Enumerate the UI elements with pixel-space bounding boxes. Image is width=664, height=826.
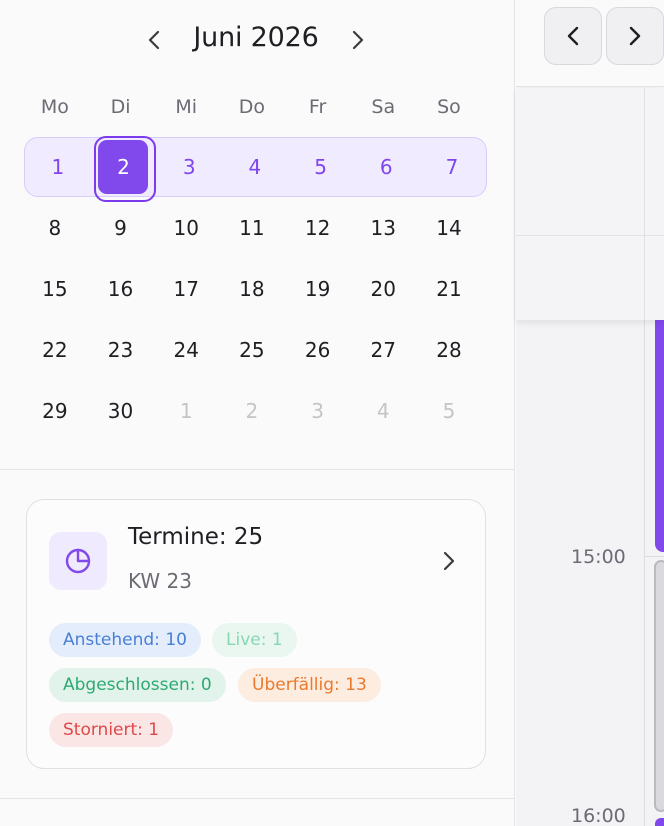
mini-calendar-panel: Juni 2026 Mo Di Mi Do Fr Sa So 1 2 3 4 5… — [0, 0, 515, 826]
appointment-event-cancelled[interactable] — [654, 560, 664, 812]
weekday-label: So — [437, 96, 461, 118]
calendar-header: Juni 2026 — [0, 22, 515, 58]
calendar-day-next-month[interactable]: 2 — [219, 382, 285, 440]
calendar-day[interactable]: 17 — [153, 260, 219, 318]
weekday-label: Sa — [371, 96, 396, 118]
calendar-day-next-month[interactable]: 1 — [153, 382, 219, 440]
weekday-label: Do — [238, 96, 266, 118]
calendar-day-next-month[interactable]: 3 — [285, 382, 351, 440]
row-divider — [516, 235, 664, 236]
calendar-day[interactable]: 23 — [88, 321, 154, 379]
calendar-day[interactable]: 25 — [219, 321, 285, 379]
calendar-day-next-month[interactable]: 4 — [350, 382, 416, 440]
section-divider — [0, 798, 515, 799]
weekday-label: Mo — [40, 96, 69, 118]
status-badge-upcoming[interactable]: Anstehend: 10 — [49, 623, 201, 657]
time-label: 16:00 — [571, 805, 626, 826]
calendar-day[interactable]: 10 — [153, 199, 219, 257]
month-title: Juni 2026 — [193, 22, 319, 53]
calendar-day-next-month[interactable]: 5 — [416, 382, 482, 440]
calendar-week-row: 8 9 10 11 12 13 14 — [22, 197, 488, 259]
weekday-label: Fr — [308, 96, 327, 118]
calendar-day[interactable]: 18 — [219, 260, 285, 318]
calendar-day[interactable]: 29 — [22, 382, 88, 440]
calendar-day[interactable]: 7 — [419, 138, 485, 196]
calendar-day[interactable]: 3 — [156, 138, 222, 196]
status-badge-overdue[interactable]: Überfällig: 13 — [238, 668, 381, 702]
calendar-week-row: 15 16 17 18 19 20 21 — [22, 258, 488, 320]
chevron-left-icon — [148, 30, 160, 50]
calendar-day[interactable]: 20 — [350, 260, 416, 318]
calendar-day-label: 2 — [117, 155, 130, 179]
calendar-day[interactable]: 5 — [288, 138, 354, 196]
column-divider — [644, 88, 645, 320]
calendar-week-row-selected[interactable]: 1 2 3 4 5 6 7 — [24, 136, 487, 202]
calendar-day[interactable]: 26 — [285, 321, 351, 379]
chevron-right-icon — [629, 26, 641, 46]
calendar-day-selected[interactable]: 2 — [91, 136, 157, 202]
schedule-toolbar — [516, 0, 664, 87]
calendar-day[interactable]: 4 — [222, 138, 288, 196]
pie-chart-icon — [49, 532, 107, 590]
calendar-day[interactable]: 19 — [285, 260, 351, 318]
weekday-header-row: Mo Di Mi Do Fr Sa So — [22, 96, 488, 118]
hour-line — [644, 556, 664, 557]
calendar-week-row: 22 23 24 25 26 27 28 — [22, 319, 488, 381]
status-badge-cancelled[interactable]: Storniert: 1 — [49, 713, 174, 747]
calendar-day[interactable]: 12 — [285, 199, 351, 257]
calendar-day[interactable]: 30 — [88, 382, 154, 440]
appointments-summary-card[interactable]: Termine: 25 KW 23 Anstehend: 10 Live: 1 … — [26, 499, 486, 769]
calendar-day[interactable]: 9 — [88, 199, 154, 257]
next-week-button[interactable] — [606, 7, 664, 65]
open-details-button[interactable] — [437, 548, 461, 574]
calendar-day[interactable]: 8 — [22, 199, 88, 257]
calendar-day[interactable]: 1 — [25, 138, 91, 196]
next-month-button[interactable] — [344, 26, 372, 54]
schedule-panel: 15:00 16:00 — [516, 0, 664, 826]
calendar-day[interactable]: 22 — [22, 321, 88, 379]
appointment-event[interactable] — [655, 818, 664, 826]
all-day-section — [516, 88, 664, 320]
status-badge-live[interactable]: Live: 1 — [212, 623, 297, 657]
time-grid-column-line — [644, 320, 645, 826]
calendar-day[interactable]: 14 — [416, 199, 482, 257]
calendar-day[interactable]: 24 — [153, 321, 219, 379]
section-divider — [0, 469, 515, 470]
calendar-day[interactable]: 27 — [350, 321, 416, 379]
appointments-count: Termine: 25 — [128, 524, 264, 550]
calendar-day[interactable]: 13 — [350, 199, 416, 257]
calendar-day[interactable]: 21 — [416, 260, 482, 318]
chevron-right-icon — [443, 551, 455, 571]
calendar-day[interactable]: 28 — [416, 321, 482, 379]
calendar-week-row: 29 30 1 2 3 4 5 — [22, 380, 488, 442]
status-badge-completed[interactable]: Abgeschlossen: 0 — [49, 668, 226, 702]
weekday-label: Di — [110, 96, 131, 118]
calendar-day[interactable]: 11 — [219, 199, 285, 257]
chevron-left-icon — [567, 26, 579, 46]
calendar-week-label: KW 23 — [128, 569, 192, 593]
weekday-label: Mi — [175, 96, 198, 118]
calendar-day[interactable]: 16 — [88, 260, 154, 318]
appointment-event[interactable] — [655, 320, 664, 552]
calendar-day[interactable]: 6 — [353, 138, 419, 196]
previous-week-button[interactable] — [544, 7, 602, 65]
time-label: 15:00 — [571, 546, 626, 568]
chevron-right-icon — [352, 30, 364, 50]
calendar-day[interactable]: 15 — [22, 260, 88, 318]
previous-month-button[interactable] — [140, 26, 168, 54]
